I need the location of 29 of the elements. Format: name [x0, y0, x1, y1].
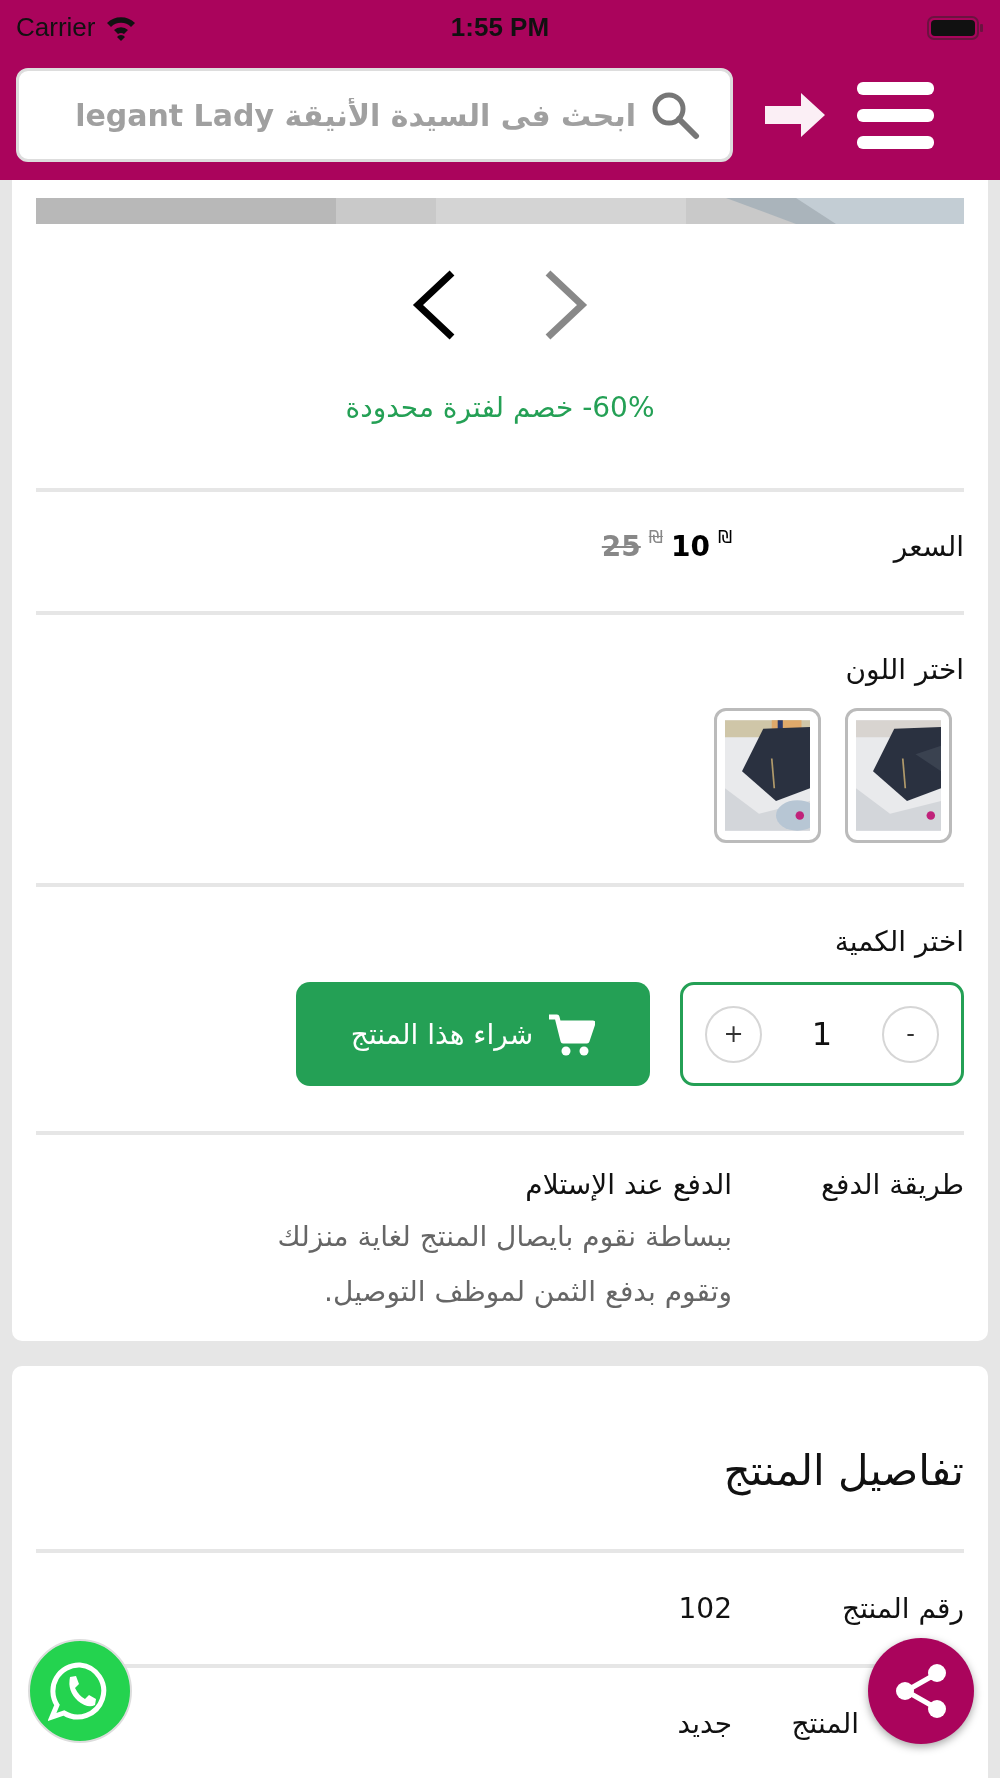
detail-value: جديد — [677, 1707, 732, 1740]
payment-description: ببساطة نقوم بايصال المنتج لغاية منزلك وتقوم بدفع الثمن لموظف التوصيل. — [276, 1219, 732, 1310]
search-input[interactable]: ابحث فى السيدة الأنيقة legant Lady — [39, 96, 638, 134]
payment-label: طريقة الدفع — [820, 1167, 964, 1203]
currency-symbol: ₪ — [648, 527, 663, 547]
old-price: 25 — [601, 529, 641, 565]
discount-text: 60%- خصم لفترة محدودة — [344, 390, 656, 426]
quantity-label: اختر الكمية — [833, 925, 964, 959]
payment-method: الدفع عند الإستلام — [524, 1167, 732, 1203]
search-bar[interactable]: ابحث فى السيدة الأنيقة legant Lady — [16, 68, 733, 162]
detail-label: المنتج — [790, 1705, 860, 1742]
color-option[interactable] — [845, 708, 952, 843]
battery-icon — [927, 15, 984, 40]
status-time: 1:55 PM — [449, 12, 551, 43]
color-label: اختر اللون — [844, 653, 964, 687]
search-icon — [650, 90, 700, 140]
detail-value: 102 — [678, 1592, 732, 1625]
price-label: السعر — [891, 529, 964, 565]
currency-symbol: ₪ — [717, 527, 732, 547]
quantity-value: 1 — [811, 1015, 833, 1053]
section-title: تفاصيل المنتج — [722, 1445, 964, 1498]
increment-button[interactable]: + — [705, 1005, 762, 1063]
wifi-icon — [105, 14, 138, 41]
detail-label: رقم المنتج — [841, 1590, 964, 1627]
color-option[interactable] — [714, 708, 821, 843]
price-value: 10 — [670, 529, 710, 565]
menu-icon[interactable] — [857, 81, 934, 149]
carrier-label: Carrier — [16, 12, 96, 43]
decrement-button[interactable]: - — [882, 1005, 939, 1063]
